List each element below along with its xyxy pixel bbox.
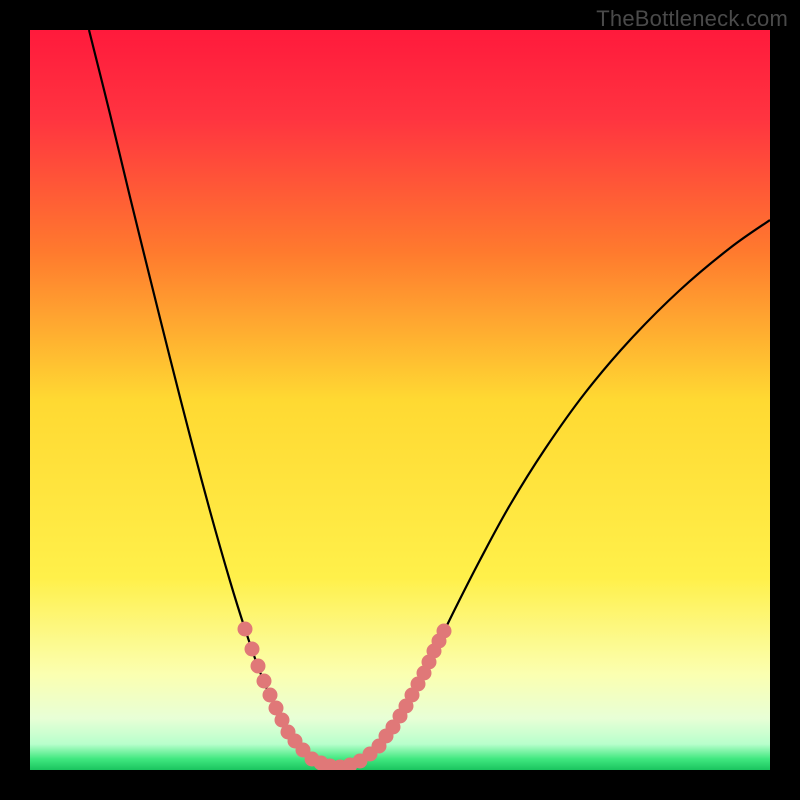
chart-frame: TheBottleneck.com [0, 0, 800, 800]
curve-layer [30, 30, 770, 770]
plot-area [30, 30, 770, 770]
curve-marker [238, 622, 253, 637]
watermark-text: TheBottleneck.com [596, 6, 788, 32]
curve-marker [245, 642, 260, 657]
curve-marker [251, 659, 266, 674]
curve-marker [437, 624, 452, 639]
curve-marker [257, 674, 272, 689]
curve-markers [238, 622, 452, 771]
curve-marker [263, 688, 278, 703]
